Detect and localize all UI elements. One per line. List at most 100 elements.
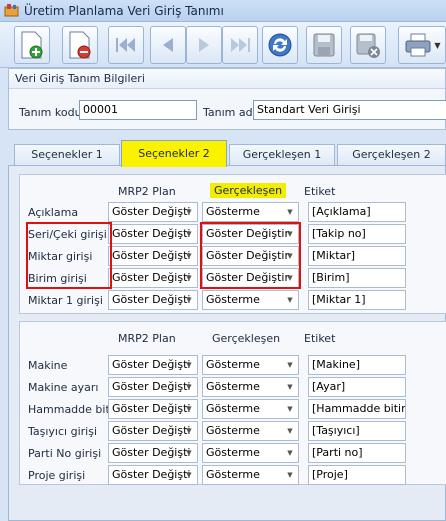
plan-select-proje[interactable]: Göster Değişti ▼ [108,465,198,485]
previous-record-icon [163,38,173,52]
plan-select-birim-value: Göster Değişti [112,271,191,284]
options-group-2: MRP2 Plan Gerçekleşen Etiket Makine Göst… [19,321,446,485]
chevron-down-icon: ▼ [186,449,192,457]
plan-select-seri-ceki-value: Göster Değişti [112,227,191,240]
plan-select-miktar-value: Göster Değişti [112,249,191,262]
label-field-makine[interactable]: [Makine] [308,355,406,375]
annotation-box-row-labels [26,222,112,289]
tab-secenekler-1[interactable]: Seçenekler 1 [14,144,120,166]
plan-select-aciklama-value: Göster Değişti [112,205,191,218]
app-icon [4,4,19,17]
info-panel: Veri Giriş Tanım Bilgileri Tanım kodu 00… [8,68,446,130]
column-header-plan: MRP2 Plan [118,332,176,345]
actual-select-makine[interactable]: Gösterme ▼ [202,355,299,375]
plan-select-tasiyici[interactable]: Göster Değişti ▼ [108,421,198,441]
options-group-1: MRP2 Plan Gerçekleşen Etiket Açıklama Gö… [19,174,446,314]
tab-gerceklesen-2[interactable]: Gerçekleşen 2 [337,144,446,166]
actual-select-proje-value: Gösterme [206,468,260,481]
plan-select-miktar-1-value: Göster Değişti [112,293,191,306]
save-button[interactable] [306,26,342,64]
label-field-birim[interactable]: [Birim] [308,268,406,288]
window-title: Üretim Planlama Veri Giriş Tanımı [24,3,224,18]
previous-record-button[interactable] [150,26,186,64]
actual-select-parti-no[interactable]: Gösterme ▼ [202,443,299,463]
chevron-down-icon: ▼ [287,208,293,216]
actual-select-tasiyici-value: Gösterme [206,424,260,437]
chevron-down-icon: ▼ [287,471,293,479]
delete-document-button[interactable] [62,26,98,64]
last-record-icon [231,38,250,52]
plan-select-hammadde-bitir[interactable]: Göster Değişti ▼ [108,399,198,419]
print-button[interactable]: ▼ [398,26,446,64]
actual-select-tasiyici[interactable]: Gösterme ▼ [202,421,299,441]
column-header-label: Etiket [304,332,336,345]
new-document-button[interactable] [14,26,50,64]
label-field-parti-no[interactable]: [Parti no] [308,443,406,463]
toolbar: ▼ [0,22,446,68]
row-label-parti-no: Parti No girişi [28,447,102,460]
chevron-down-icon: ▼ [186,296,192,304]
plan-select-seri-ceki[interactable]: Göster Değişti ▼ [108,224,198,244]
chevron-down-icon: ▼ [434,40,441,50]
save-cancel-icon [356,33,380,58]
chevron-down-icon: ▼ [186,361,192,369]
column-header-actual: Gerçekleşen [212,332,281,345]
next-record-icon [199,38,209,52]
actual-select-miktar-1[interactable]: Gösterme ▼ [202,290,299,310]
row-label-makine: Makine [28,359,68,372]
label-field-miktar-1[interactable]: [Miktar 1] [308,290,406,310]
plan-select-makine[interactable]: Göster Değişti ▼ [108,355,198,375]
code-field[interactable]: 00001 [79,100,197,120]
panel-header: Veri Giriş Tanım Bilgileri [9,69,445,89]
column-header-label: Etiket [304,185,336,198]
actual-select-hammadde-bitir[interactable]: Gösterme ▼ [202,399,299,419]
actual-select-makine-ayari-value: Gösterme [206,380,260,393]
chevron-down-icon: ▼ [186,383,192,391]
label-field-seri-ceki[interactable]: [Takip no] [308,224,406,244]
actual-select-aciklama[interactable]: Gösterme ▼ [202,202,299,222]
actual-select-aciklama-value: Gösterme [206,205,260,218]
label-field-proje[interactable]: [Proje] [308,465,406,485]
row-label-tasiyici: Taşıyıcı girişi [28,425,97,438]
row-label-hammadde-bitir: Hammadde bitir [28,403,118,416]
tab-secenekler-2[interactable]: Seçenekler 2 [121,140,227,167]
actual-select-miktar-1-value: Gösterme [206,293,260,306]
label-field-makine-ayari[interactable]: [Ayar] [308,377,406,397]
chevron-down-icon: ▼ [186,208,192,216]
next-record-button[interactable] [186,26,222,64]
plan-select-miktar-1[interactable]: Göster Değişti ▼ [108,290,198,310]
new-document-icon [21,31,43,59]
plan-select-miktar[interactable]: Göster Değişti ▼ [108,246,198,266]
chevron-down-icon: ▼ [287,427,293,435]
plan-select-proje-value: Göster Değişti [112,468,191,481]
refresh-button[interactable] [262,26,298,64]
plan-select-birim[interactable]: Göster Değişti ▼ [108,268,198,288]
actual-select-makine-ayari[interactable]: Gösterme ▼ [202,377,299,397]
plan-select-parti-no[interactable]: Göster Değişti ▼ [108,443,198,463]
plan-select-makine-ayari[interactable]: Göster Değişti ▼ [108,377,198,397]
chevron-down-icon: ▼ [186,230,192,238]
name-field[interactable]: Standart Veri Girişi [253,100,446,120]
plan-select-tasiyici-value: Göster Değişti [112,424,191,437]
delete-document-icon [69,31,91,59]
label-field-miktar[interactable]: [Miktar] [308,246,406,266]
actual-select-proje[interactable]: Gösterme ▼ [202,465,299,485]
plan-select-makine-ayari-value: Göster Değişti [112,380,191,393]
first-record-button[interactable] [108,26,144,64]
last-record-button[interactable] [222,26,258,64]
label-field-hammadde-bitir[interactable]: [Hammadde bitir] [308,399,406,419]
label-field-tasiyici[interactable]: [Taşıyıcı] [308,421,406,441]
printer-icon [405,33,431,57]
chevron-down-icon: ▼ [186,274,192,282]
row-label-miktar-1: Miktar 1 girişi [28,294,103,307]
tab-gerceklesen-1[interactable]: Gerçekleşen 1 [229,144,335,166]
save-cancel-button[interactable] [350,26,386,64]
plan-select-aciklama[interactable]: Göster Değişti ▼ [108,202,198,222]
chevron-down-icon: ▼ [186,427,192,435]
row-label-makine-ayari: Makine ayarı [28,381,99,394]
tab-content: MRP2 Plan Gerçekleşen Etiket Açıklama Gö… [8,165,446,521]
label-field-aciklama[interactable]: [Açıklama] [308,202,406,222]
plan-select-hammadde-bitir-value: Göster Değişti [112,402,191,415]
row-label-proje: Proje girişi [28,469,86,482]
chevron-down-icon: ▼ [287,405,293,413]
